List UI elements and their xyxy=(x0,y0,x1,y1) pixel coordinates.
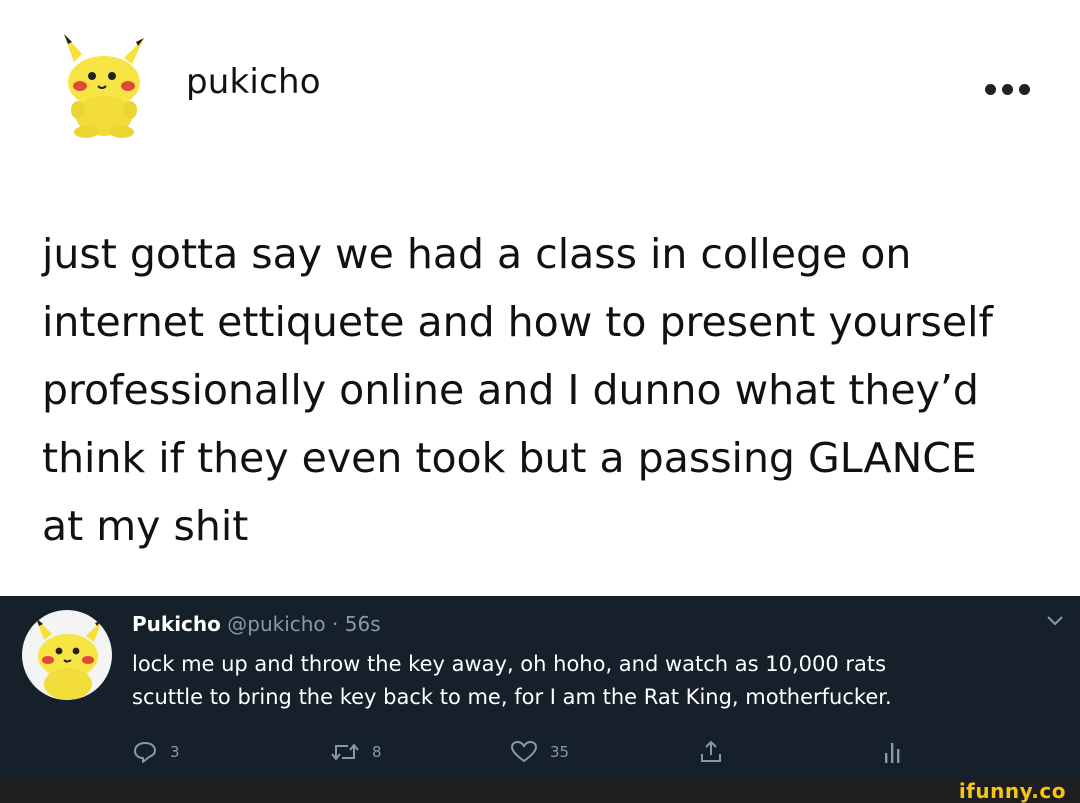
tweet-actions: 3 8 35 xyxy=(0,738,1080,768)
tweet-handle-time[interactable]: @pukicho · 56s xyxy=(227,612,380,636)
like-button[interactable]: 35 xyxy=(510,738,569,766)
tumblr-post: pukicho just gotta say we had a class in… xyxy=(0,0,1080,596)
chevron-down-icon[interactable] xyxy=(1044,612,1066,630)
tweet-card[interactable]: Pukicho @pukicho · 56s lock me up and th… xyxy=(0,596,1080,780)
like-count: 35 xyxy=(550,743,570,761)
post-body-line: think if they even took but a passing GL… xyxy=(42,434,977,482)
tweet-text: lock me up and throw the key away, oh ho… xyxy=(132,648,1052,714)
tumblr-username[interactable]: pukicho xyxy=(186,62,321,102)
tweet-text-line: scuttle to bring the key back to me, for… xyxy=(132,685,892,709)
retweet-button[interactable]: 8 xyxy=(330,738,382,766)
share-icon xyxy=(701,740,721,762)
post-body-line: just gotta say we had a class in college… xyxy=(42,230,912,278)
heart-icon xyxy=(510,740,538,763)
tweet-text-line: lock me up and throw the key away, oh ho… xyxy=(132,652,887,676)
pikachu-plush-icon xyxy=(64,34,144,138)
pikachu-avatar[interactable] xyxy=(52,30,152,140)
more-options-icon[interactable] xyxy=(985,80,1041,96)
watermark-bar: ifunny.co xyxy=(0,779,1080,803)
post-body-line: internet ettiquete and how to present yo… xyxy=(42,298,993,346)
reply-button[interactable]: 3 xyxy=(132,738,180,766)
post-body-line: professionally online and I dunno what t… xyxy=(42,366,979,414)
share-button[interactable] xyxy=(698,738,724,766)
tumblr-post-body: just gotta say we had a class in college… xyxy=(42,220,1052,560)
tweet-avatar[interactable] xyxy=(22,610,112,700)
analytics-button[interactable] xyxy=(882,738,904,766)
ifunny-watermark: ifunny.co xyxy=(958,779,1066,803)
reply-icon xyxy=(134,742,156,763)
post-body-line: at my shit xyxy=(42,502,249,550)
pikachu-plush-icon xyxy=(36,618,102,700)
tweet-header: Pukicho @pukicho · 56s xyxy=(132,612,381,636)
reply-count: 3 xyxy=(170,743,180,761)
tweet-display-name[interactable]: Pukicho xyxy=(132,612,221,636)
retweet-icon xyxy=(331,743,359,761)
analytics-icon xyxy=(885,743,900,763)
retweet-count: 8 xyxy=(372,743,382,761)
